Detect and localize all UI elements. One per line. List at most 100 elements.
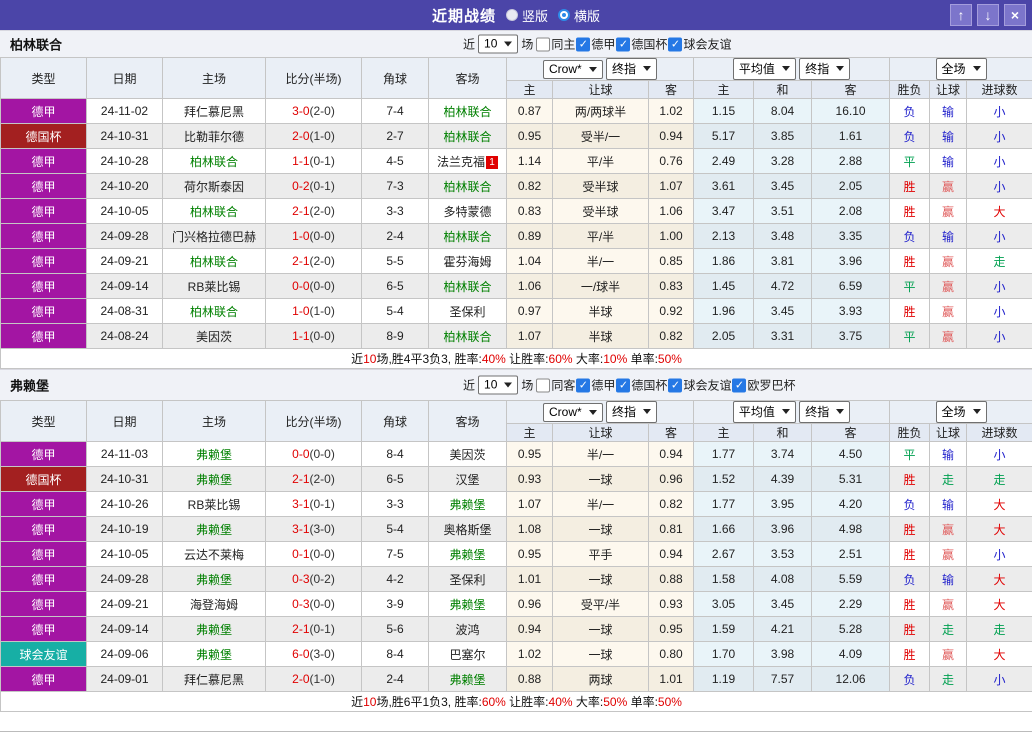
date-cell: 24-11-02 [86, 98, 163, 124]
home-team: 弗赖堡 [162, 616, 266, 642]
column-header-0: 类型 [0, 400, 87, 442]
home-team-name[interactable]: 柏林联合 [190, 155, 238, 169]
layout-vertical-label: 竖版 [521, 8, 548, 24]
away-team-name[interactable]: 法兰克福 [437, 155, 485, 169]
away-team-name[interactable]: 弗赖堡 [449, 498, 485, 512]
layout-horizontal-radio[interactable]: 横版 [558, 6, 600, 25]
away-team-name[interactable]: 弗赖堡 [449, 548, 485, 562]
home-team-name[interactable]: 弗赖堡 [196, 573, 232, 587]
scope-select[interactable]: 全场 [935, 401, 987, 423]
home-team-name[interactable]: 柏林联合 [190, 205, 238, 219]
away-team-name[interactable]: 美因茨 [449, 448, 485, 462]
date-cell: 24-11-03 [86, 441, 163, 467]
home-team-name[interactable]: 柏林联合 [190, 255, 238, 269]
avg-away-odds: 2.08 [811, 198, 891, 224]
away-team-name[interactable]: 柏林联合 [443, 130, 491, 144]
handicap-home-odds: 0.94 [506, 616, 553, 642]
avg-away-odds: 6.59 [811, 273, 891, 299]
home-team: RB莱比锡 [162, 273, 266, 299]
average-select-value: 平均值 [738, 62, 775, 76]
result-goals: 小 [966, 298, 1032, 324]
average-final-select[interactable]: 终指 [799, 401, 851, 423]
home-team-name[interactable]: 弗赖堡 [196, 623, 232, 637]
avg-home-odds: 2.13 [693, 223, 755, 249]
home-team-name[interactable]: 美因茨 [196, 330, 232, 344]
average-final-select[interactable]: 终指 [799, 58, 851, 80]
filter-league-checkbox-1[interactable]: ✓ 德国杯 [616, 377, 667, 394]
sub-header-1: 让球 [552, 423, 649, 442]
filter-same-venue-checkbox[interactable]: 同客 [536, 377, 575, 394]
handicap-line: 平/半 [552, 223, 649, 249]
home-team-name[interactable]: 柏林联合 [190, 305, 238, 319]
league-cell: 德甲 [0, 148, 87, 174]
layout-vertical-radio[interactable]: 竖版 [505, 6, 548, 25]
home-team-name[interactable]: 拜仁慕尼黑 [184, 673, 244, 687]
away-team-name[interactable]: 柏林联合 [443, 180, 491, 194]
average-select[interactable]: 平均值 [732, 58, 796, 80]
home-team-name[interactable]: 云达不莱梅 [184, 548, 244, 562]
avg-home-odds: 1.58 [693, 566, 755, 592]
away-team-name[interactable]: 柏林联合 [443, 230, 491, 244]
away-team-name[interactable]: 柏林联合 [443, 105, 491, 119]
filter-league-checkbox-2[interactable]: ✓ 球会友谊 [668, 377, 731, 394]
scope-select[interactable]: 全场 [935, 58, 987, 80]
league-cell: 德甲 [0, 516, 87, 542]
handicap-line: 半球 [552, 323, 649, 349]
away-team-name[interactable]: 柏林联合 [443, 280, 491, 294]
summary-row: 近10场,胜6平1负3, 胜率:60% 让胜率:40% 大率:50% 单率:50… [0, 691, 1032, 712]
away-team-name[interactable]: 巴塞尔 [449, 648, 485, 662]
move-up-button[interactable]: ↑ [950, 4, 972, 26]
home-team-name[interactable]: 比勒菲尔德 [184, 130, 244, 144]
team-sections: 柏林联合近 10 场同主 ✓ 德甲 ✓ 德国杯 ✓ 球会友谊 类型 日期 主场 比分(半场) 角球 客场 Cr… [0, 30, 1032, 712]
match-count-select[interactable]: 10 [478, 34, 519, 54]
home-team-name[interactable]: 拜仁慕尼黑 [184, 105, 244, 119]
home-team-name[interactable]: RB莱比锡 [188, 498, 241, 512]
odds-final-select[interactable]: 终指 [606, 58, 658, 80]
avg-draw-odds: 4.21 [753, 616, 813, 642]
away-team-name[interactable]: 柏林联合 [443, 330, 491, 344]
average-select[interactable]: 平均值 [732, 401, 796, 423]
near-label: 近 [463, 37, 476, 52]
chevron-down-icon [781, 409, 790, 414]
filter-league-checkbox-0[interactable]: ✓ 德甲 [576, 36, 615, 53]
home-team-name[interactable]: 弗赖堡 [196, 648, 232, 662]
result-goals: 大 [966, 641, 1032, 667]
away-team-name[interactable]: 奥格斯堡 [443, 523, 491, 537]
halftime-score: (0-2) [309, 572, 335, 586]
filter-league-checkbox-2[interactable]: ✓ 球会友谊 [668, 36, 731, 53]
handicap-home-odds: 0.95 [506, 541, 553, 567]
odds-provider-select[interactable]: Crow* [543, 403, 603, 422]
filter-same-venue-checkbox[interactable]: 同主 [536, 36, 575, 53]
home-team-name[interactable]: RB莱比锡 [188, 280, 241, 294]
filter-league-checkbox-0[interactable]: ✓ 德甲 [576, 377, 615, 394]
away-team: 波鸿 [428, 616, 507, 642]
away-team-name[interactable]: 圣保利 [449, 305, 485, 319]
match-count-select[interactable]: 10 [478, 375, 519, 395]
handicap-line: 一球 [552, 466, 649, 492]
date-cell: 24-10-19 [86, 516, 163, 542]
home-team-name[interactable]: 门兴格拉德巴赫 [172, 230, 256, 244]
away-team-name[interactable]: 霍芬海姆 [443, 255, 491, 269]
filter-league-checkbox-3[interactable]: ✓ 欧罗巴杯 [732, 377, 795, 394]
handicap-away-odds: 0.94 [647, 123, 695, 149]
home-team-name[interactable]: 弗赖堡 [196, 448, 232, 462]
odds-final-select[interactable]: 终指 [606, 401, 658, 423]
away-team-name[interactable]: 圣保利 [449, 573, 485, 587]
avg-away-odds: 4.20 [811, 491, 891, 517]
close-button[interactable]: × [1004, 4, 1026, 26]
avg-draw-odds: 3.48 [753, 223, 813, 249]
match-row: 德甲 24-10-26 RB莱比锡 3-1(0-1) 3-3 弗赖堡 1.07 半/一 0.82… [0, 491, 1032, 517]
away-team-name[interactable]: 波鸿 [455, 623, 479, 637]
away-team-name[interactable]: 汉堡 [455, 473, 479, 487]
home-team-name[interactable]: 荷尔斯泰因 [184, 180, 244, 194]
home-team-name[interactable]: 海登海姆 [190, 598, 238, 612]
home-team-name[interactable]: 弗赖堡 [196, 523, 232, 537]
record-summary: 近10场,胜6平1负3, 胜率:60% 让胜率:40% 大率:50% 单率:50… [0, 691, 1032, 712]
away-team-name[interactable]: 多特蒙德 [443, 205, 491, 219]
move-down-button[interactable]: ↓ [977, 4, 999, 26]
away-team-name[interactable]: 弗赖堡 [449, 673, 485, 687]
home-team-name[interactable]: 弗赖堡 [196, 473, 232, 487]
filter-league-checkbox-1[interactable]: ✓ 德国杯 [616, 36, 667, 53]
odds-provider-select[interactable]: Crow* [543, 60, 603, 79]
away-team-name[interactable]: 弗赖堡 [449, 598, 485, 612]
